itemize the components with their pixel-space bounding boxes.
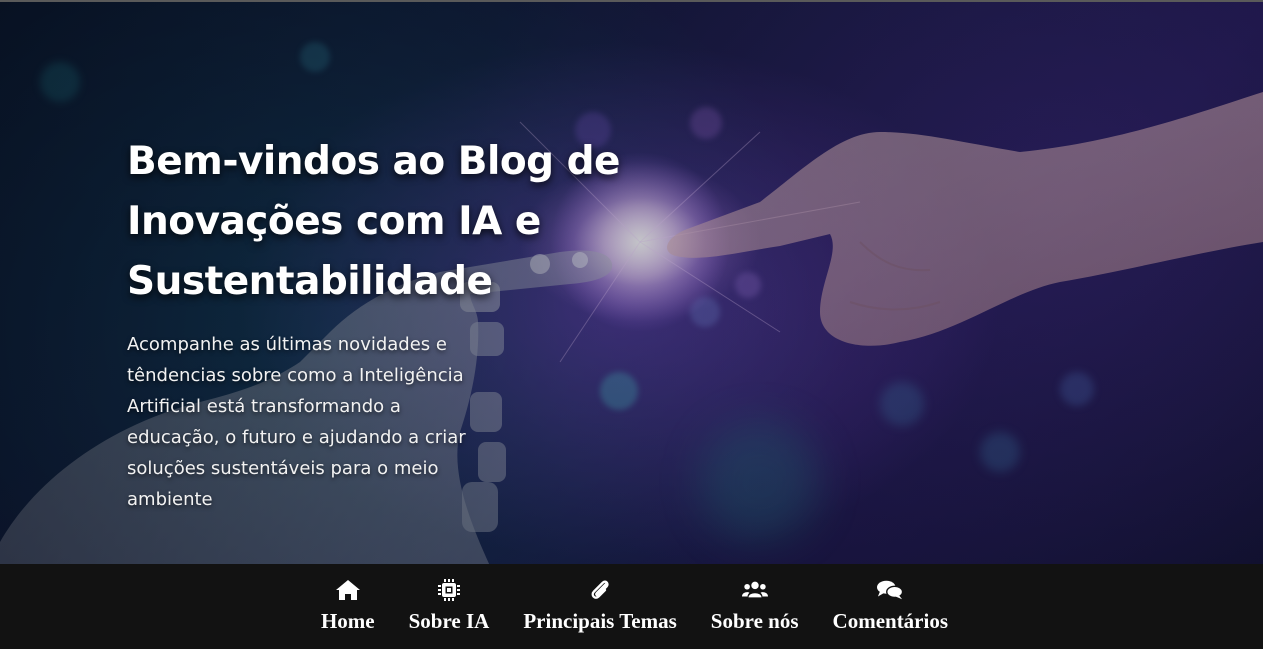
nav-label: Comentários — [832, 609, 949, 633]
nav-label: Home — [320, 609, 375, 633]
nav-item-sobre-nos[interactable]: Sobre nós — [711, 564, 799, 633]
house-icon — [335, 578, 361, 602]
paperclip-icon — [587, 578, 613, 602]
microchip-icon — [436, 578, 462, 602]
nav-label: Sobre IA — [408, 609, 490, 633]
users-icon — [741, 578, 768, 602]
nav-label: Principais Temas — [523, 609, 677, 633]
nav-label: Sobre nós — [710, 609, 799, 633]
hero-subtitle: Acompanhe as últimas novidades e têndenc… — [127, 334, 466, 510]
nav-item-home[interactable]: Home — [321, 564, 375, 633]
nav-item-sobre-ia[interactable]: Sobre IA — [408, 564, 490, 633]
comments-icon — [877, 578, 904, 602]
nav-item-comentarios[interactable]: Comentários — [833, 564, 948, 633]
nav-item-principais-temas[interactable]: Principais Temas — [523, 564, 677, 633]
bottom-navigation: Home Sobre IA Principais Temas Sobre nós… — [0, 564, 1263, 649]
page-title: Bem-vindos ao Blog de Inovações com IA e… — [127, 139, 621, 304]
hero-banner: Bem-vindos ao Blog de Inovações com IA e… — [0, 0, 1263, 564]
